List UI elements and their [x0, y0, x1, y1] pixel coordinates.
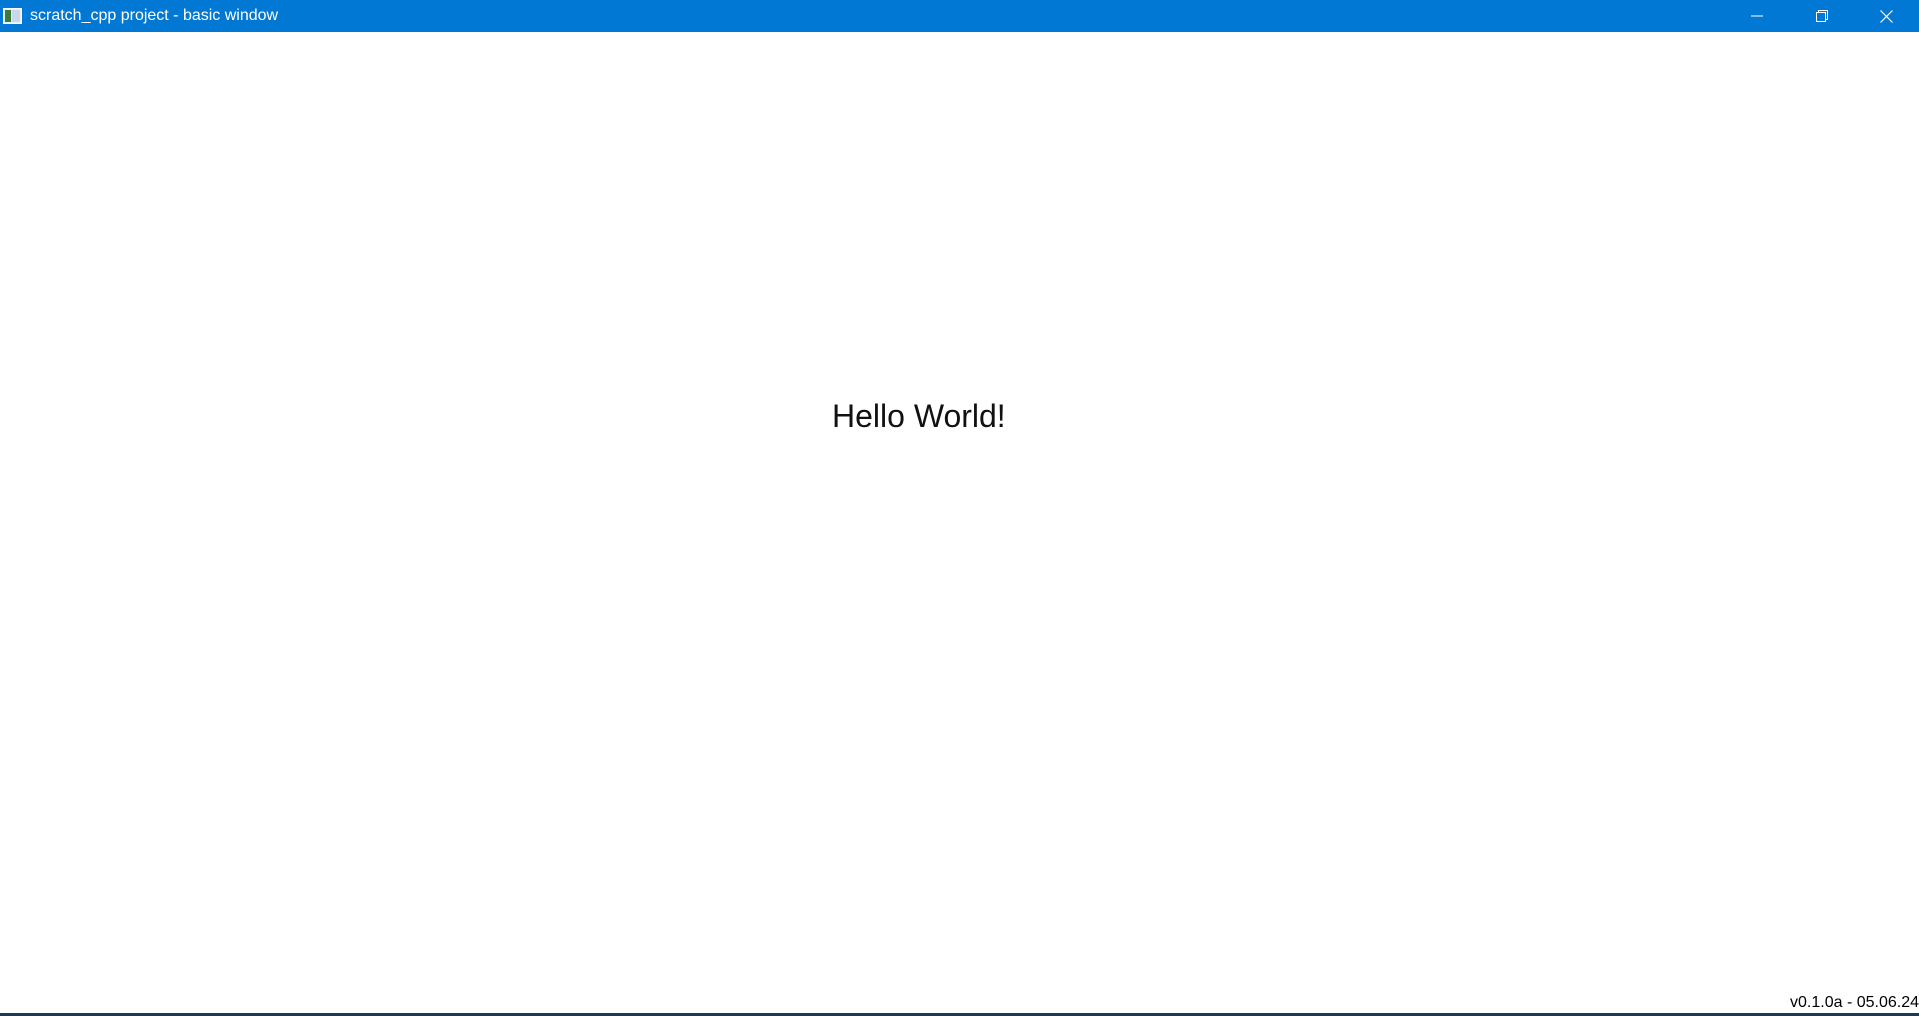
- minimize-button[interactable]: [1724, 0, 1789, 32]
- greeting-text: Hello World!: [832, 398, 1006, 434]
- window-controls: [1724, 0, 1919, 32]
- minimize-icon: [1750, 10, 1763, 22]
- close-icon: [1880, 9, 1893, 23]
- restore-button[interactable]: [1789, 0, 1854, 32]
- title-bar[interactable]: scratch_cpp project - basic window: [0, 0, 1919, 32]
- close-button[interactable]: [1854, 0, 1919, 32]
- version-label: v0.1.0a - 05.06.24: [1790, 994, 1919, 1011]
- window-title: scratch_cpp project - basic window: [30, 7, 279, 24]
- app-window: scratch_cpp project - basic window Hello…: [0, 0, 1919, 1016]
- restore-icon: [1815, 10, 1828, 22]
- app-icon: [3, 8, 22, 24]
- client-area: Hello World! v0.1.0a - 05.06.24: [0, 32, 1919, 1013]
